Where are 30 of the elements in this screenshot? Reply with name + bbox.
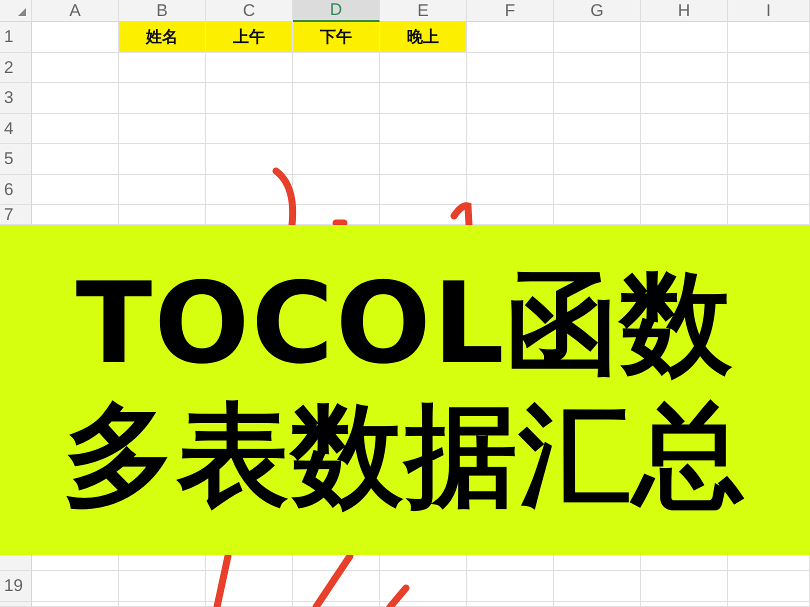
column-header[interactable]: D — [293, 0, 380, 22]
banner-title: TOCOL函数 — [76, 258, 734, 390]
column-header[interactable]: H — [641, 0, 728, 22]
pen-stroke — [386, 584, 410, 607]
column-header[interactable]: E — [380, 0, 467, 22]
row-header[interactable]: 4 — [0, 114, 32, 144]
corner-triangle-icon[interactable] — [18, 8, 26, 16]
banner-title: 多表数据汇总 — [63, 390, 747, 522]
row-header[interactable]: 6 — [0, 174, 32, 205]
column-header[interactable]: F — [467, 0, 554, 22]
row-header[interactable]: 3 — [0, 83, 32, 114]
table-cell: 下午 — [293, 22, 380, 52]
pen-stroke — [312, 552, 354, 607]
table-cell: 上午 — [206, 22, 293, 52]
pen-stroke — [332, 220, 348, 226]
table-cell: 晚上 — [380, 22, 467, 52]
row-header[interactable]: 19 — [0, 571, 32, 602]
table-cell: 姓名 — [119, 22, 206, 52]
column-header[interactable]: A — [32, 0, 119, 22]
column-header[interactable]: G — [554, 0, 641, 22]
row-header[interactable]: 2 — [0, 52, 32, 83]
column-header[interactable]: C — [206, 0, 293, 22]
row-header[interactable]: 7 — [0, 205, 32, 225]
column-header[interactable]: I — [728, 0, 810, 22]
row-header[interactable]: 1 — [0, 22, 32, 52]
row-header[interactable] — [0, 555, 32, 571]
row-header[interactable]: 5 — [0, 144, 32, 174]
row-header[interactable] — [0, 602, 32, 607]
pen-stroke — [214, 552, 232, 607]
column-header[interactable]: B — [119, 0, 206, 22]
